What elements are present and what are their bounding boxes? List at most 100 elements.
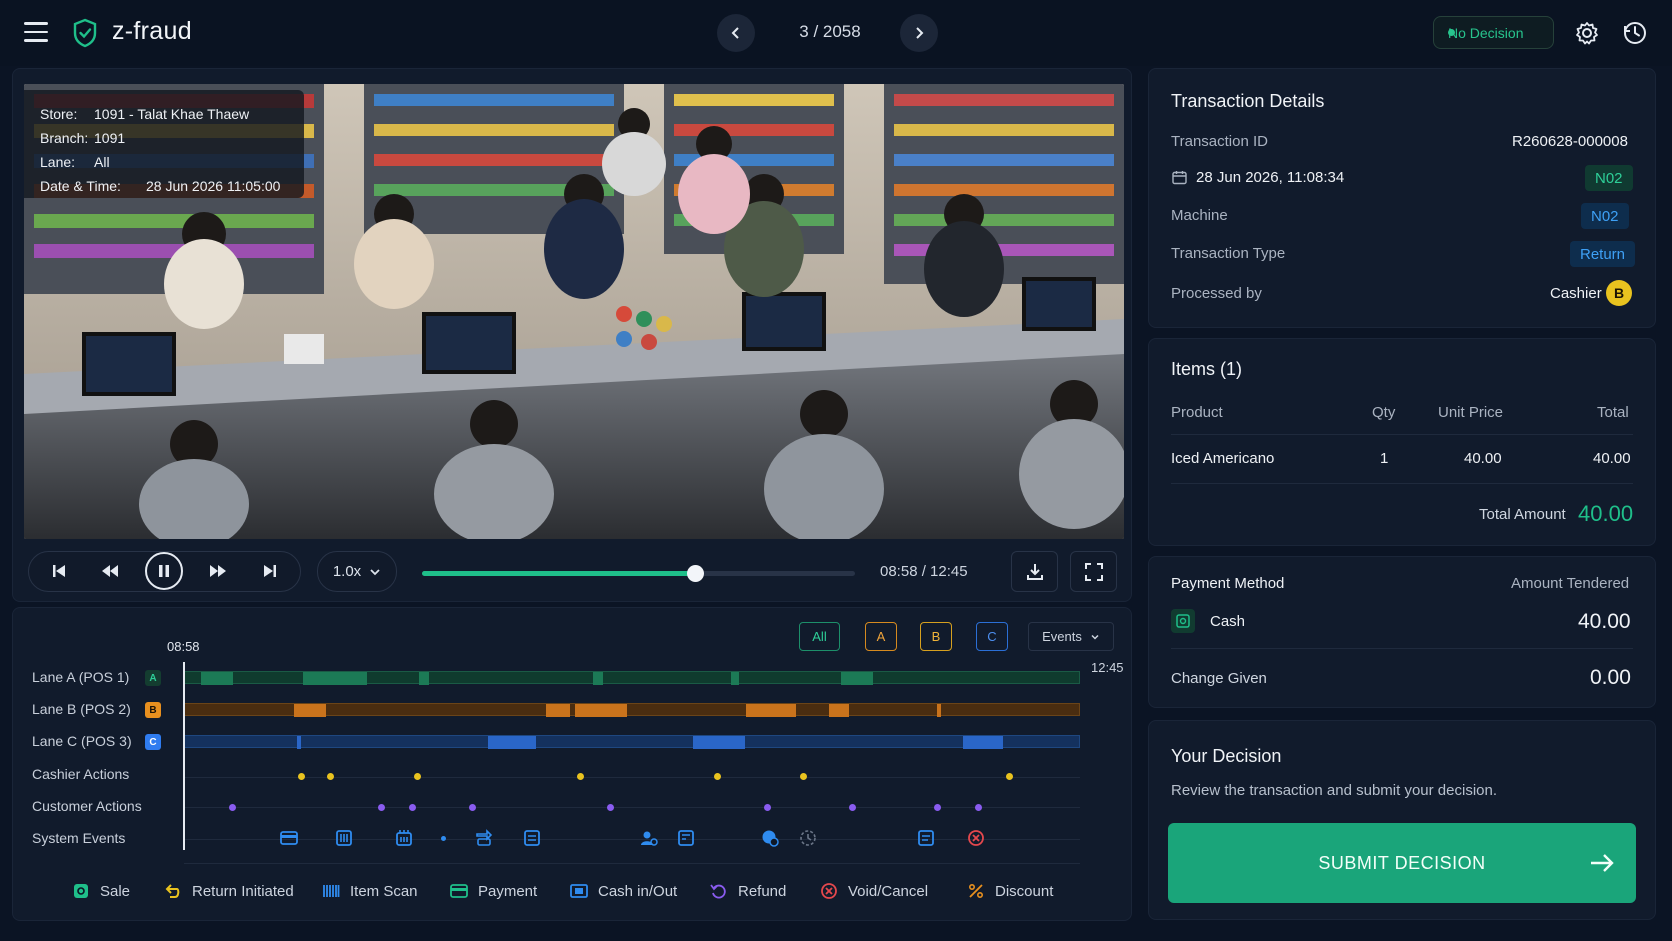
payment-card-icon — [450, 884, 468, 898]
void-icon — [821, 883, 837, 899]
legend-return-initiated: Return Initiated — [164, 882, 294, 900]
playback-time: 08:58 / 12:45 — [880, 563, 968, 580]
legend-void-label: Void/Cancel — [848, 882, 929, 900]
customer-action-dot[interactable] — [975, 804, 982, 811]
lane-a-track[interactable] — [184, 671, 1080, 685]
chevron-down-icon — [370, 568, 380, 575]
events-dropdown[interactable]: Events — [1028, 622, 1114, 651]
timeline-playhead[interactable] — [183, 662, 185, 850]
skip-start-button[interactable] — [41, 553, 77, 589]
history-clock-icon[interactable] — [1622, 20, 1648, 46]
legend-discount: Discount — [967, 882, 1053, 900]
playback-progress-slider[interactable] — [422, 565, 855, 582]
fast-forward-icon — [210, 565, 226, 577]
next-button[interactable] — [900, 14, 938, 52]
system-events-track — [184, 839, 1080, 840]
submit-decision-button[interactable]: SUBMIT DECISION — [1168, 823, 1636, 903]
cashier-action-dot[interactable] — [800, 773, 807, 780]
processed-by-value: Cashier — [1550, 285, 1602, 302]
total-amount-label: Total Amount — [1479, 506, 1566, 523]
legend-item-scan-label: Item Scan — [350, 882, 418, 900]
progress-knob[interactable] — [686, 565, 704, 582]
customer-action-dot[interactable] — [378, 804, 385, 811]
cashier-action-dot[interactable] — [327, 773, 334, 780]
customer-action-dot[interactable] — [607, 804, 614, 811]
payment-method-value: Cash — [1210, 613, 1246, 630]
transaction-type-tag: Return — [1570, 241, 1636, 267]
amount-tendered-label: Amount Tendered — [1511, 575, 1630, 592]
lane-c-track[interactable] — [184, 735, 1080, 749]
customer-action-dot[interactable] — [469, 804, 476, 811]
chevron-left-icon — [731, 27, 739, 39]
filter-all-button[interactable]: All — [799, 622, 840, 651]
datetime-value: 28 Jun 2026 11:05:00 — [146, 178, 281, 194]
filter-a-button[interactable]: A — [865, 622, 897, 651]
lane-a-label: Lane A (POS 1) — [32, 669, 130, 685]
customer-action-dot[interactable] — [849, 804, 856, 811]
arrow-right-icon — [1591, 854, 1614, 872]
decision-status-badge[interactable]: No Decision — [1433, 16, 1554, 49]
lane-value: All — [94, 154, 110, 170]
customer-action-dot[interactable] — [409, 804, 416, 811]
shield-alert-icon[interactable] — [761, 829, 779, 847]
timeline-end-time: 12:45 — [1091, 660, 1124, 675]
pause-button[interactable] — [145, 552, 183, 590]
void-event-icon[interactable] — [967, 829, 985, 847]
cashier-action-dot[interactable] — [577, 773, 584, 780]
legend-payment-label: Payment — [478, 882, 538, 900]
item-scan-icon[interactable] — [395, 829, 413, 847]
cashier-action-dot[interactable] — [414, 773, 421, 780]
cashier-action-dot[interactable] — [714, 773, 721, 780]
gear-icon[interactable] — [1574, 20, 1600, 46]
document-icon[interactable] — [917, 829, 935, 847]
customer-action-dot[interactable] — [229, 804, 236, 811]
menu-icon[interactable] — [24, 22, 48, 42]
rewind-button[interactable] — [92, 553, 128, 589]
user-event-icon[interactable] — [640, 829, 658, 847]
filter-c-button[interactable]: C — [976, 622, 1008, 651]
change-given-label: Change Given — [1171, 670, 1267, 687]
cash-icon — [1171, 609, 1195, 633]
percent-icon — [968, 883, 984, 899]
register-icon[interactable] — [677, 829, 695, 847]
transaction-id-label: Transaction ID — [1171, 133, 1268, 150]
filter-b-button[interactable]: B — [920, 622, 952, 651]
transaction-id-value: R260628-000008 — [1512, 133, 1628, 150]
video-info-overlay: Store: 1091 - Talat Khae Thaew Branch: 109… — [24, 90, 304, 198]
system-event-dot[interactable] — [441, 836, 446, 841]
lane-b-label: Lane B (POS 2) — [32, 701, 131, 717]
item-product: Iced Americano — [1171, 450, 1275, 467]
column-unit-price: Unit Price — [1438, 404, 1504, 421]
barcode-icon[interactable] — [335, 829, 353, 847]
timeline-panel — [12, 607, 1132, 921]
items-row-divider — [1171, 483, 1633, 484]
legend-return-label: Return Initiated — [192, 882, 294, 900]
receipt-icon[interactable] — [523, 829, 541, 847]
legend-sale-label: Sale — [100, 882, 131, 900]
return-scan-icon[interactable] — [475, 829, 493, 847]
payment-icon[interactable] — [280, 829, 298, 847]
item-total: 40.00 — [1593, 450, 1631, 467]
customer-action-dot[interactable] — [764, 804, 771, 811]
previous-button[interactable] — [717, 14, 755, 52]
column-qty: Qty — [1372, 404, 1396, 421]
skip-end-button[interactable] — [252, 553, 288, 589]
speed-value: 1.0x — [332, 563, 362, 580]
fast-forward-button[interactable] — [200, 553, 236, 589]
download-button[interactable] — [1011, 551, 1058, 592]
timer-event-icon[interactable] — [799, 829, 817, 847]
fullscreen-button[interactable] — [1070, 551, 1117, 592]
customer-action-dot[interactable] — [934, 804, 941, 811]
calendar-icon — [1172, 171, 1187, 185]
cashier-action-dot[interactable] — [1006, 773, 1013, 780]
legend-refund-label: Refund — [738, 882, 787, 900]
playback-speed-select[interactable]: 1.0x — [317, 551, 397, 592]
cashier-action-dot[interactable] — [298, 773, 305, 780]
column-product: Product — [1171, 404, 1223, 421]
branch-value: 1091 — [94, 130, 126, 146]
datetime-label: Date & Time: — [40, 178, 121, 194]
sale-icon — [74, 884, 88, 898]
lane-b-track[interactable] — [184, 703, 1080, 717]
decision-status-label: No Decision — [1448, 24, 1524, 41]
refund-icon — [710, 884, 726, 899]
